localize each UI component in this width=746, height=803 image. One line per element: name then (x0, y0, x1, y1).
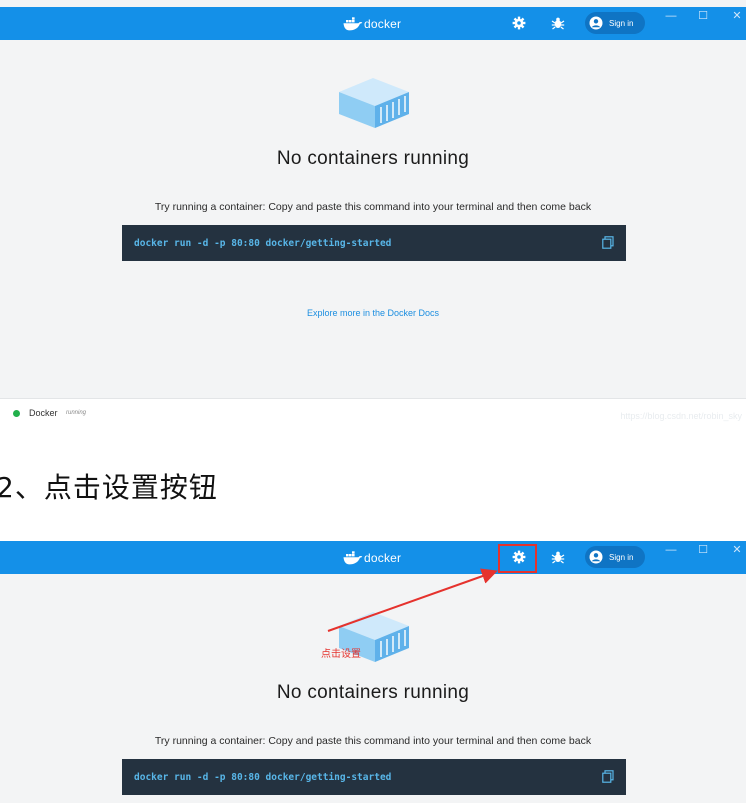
docker-desktop-window-2: docker Sign in — ☐ ✕ 点击设置 No containers … (0, 541, 746, 803)
docker-desktop-window-1: docker Sign in — ☐ ✕ No containers runni… (0, 0, 746, 428)
engine-state: running (66, 410, 87, 416)
status-dot-icon (13, 410, 20, 417)
sign-in-label: Sign in (609, 18, 634, 28)
command-text[interactable]: docker run -d -p 80:80 docker/getting-st… (134, 238, 391, 249)
bug-icon (551, 17, 565, 30)
sign-in-button[interactable]: Sign in (585, 12, 645, 34)
status-bar: Docker running https://blog.csdn.net/rob… (0, 398, 746, 428)
logo-text: docker (364, 17, 402, 31)
watermark: https://blog.csdn.net/robin_sky (620, 411, 742, 421)
annotation-label: 点击设置 (321, 649, 361, 660)
step-heading: 2、点击设置按钮 (0, 471, 218, 504)
user-circle-icon (589, 16, 603, 30)
title-bar: docker Sign in — ☐ ✕ (0, 7, 746, 40)
command-box: docker run -d -p 80:80 docker/getting-st… (122, 225, 626, 261)
copy-icon[interactable] (602, 770, 614, 788)
close-button[interactable]: ✕ (726, 7, 746, 25)
instruction-text: Try running a container: Copy and paste … (154, 201, 592, 213)
copy-icon[interactable] (602, 236, 614, 254)
empty-state-title: No containers running (276, 148, 470, 169)
settings-button[interactable] (508, 12, 530, 34)
docs-link[interactable]: Explore more in the Docker Docs (0, 308, 746, 318)
docker-whale-icon (343, 17, 363, 31)
docker-logo: docker (343, 15, 401, 33)
engine-name: Docker (29, 408, 58, 418)
minimize-button[interactable]: — (660, 7, 682, 25)
gear-icon (512, 16, 526, 30)
container-cube-icon (337, 76, 411, 135)
instruction-text: Try running a container: Copy and paste … (154, 735, 592, 747)
maximize-button[interactable]: ☐ (692, 7, 714, 25)
empty-state-title: No containers running (276, 682, 470, 703)
troubleshoot-button[interactable] (547, 12, 569, 34)
command-box: docker run -d -p 80:80 docker/getting-st… (122, 759, 626, 795)
command-text[interactable]: docker run -d -p 80:80 docker/getting-st… (134, 772, 391, 783)
